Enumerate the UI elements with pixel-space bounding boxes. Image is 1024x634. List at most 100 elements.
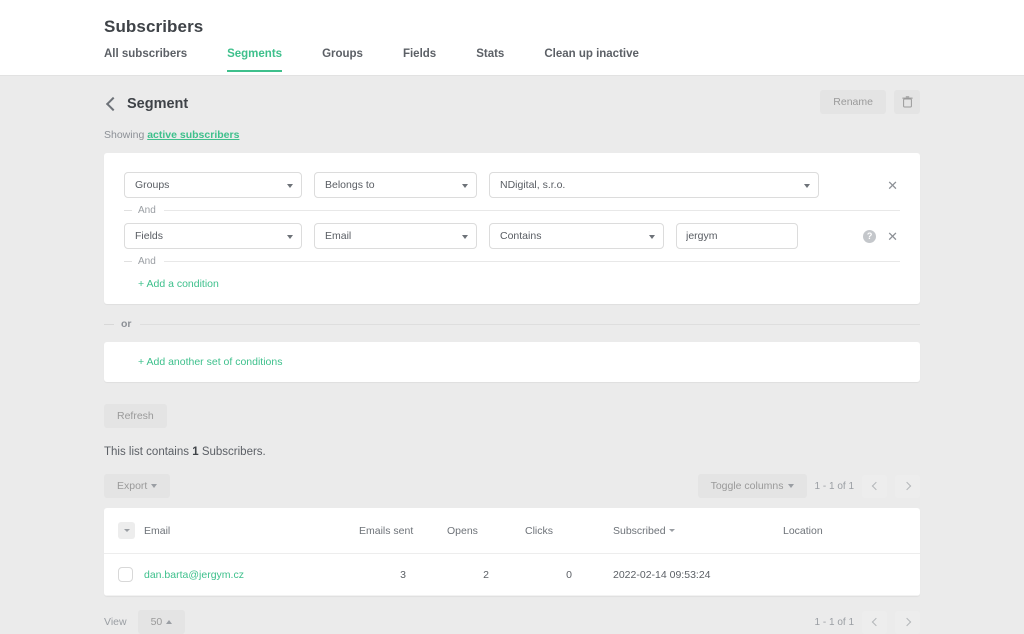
active-subscribers-link[interactable]: active subscribers [147,129,239,141]
tab-all-subscribers[interactable]: All subscribers [104,48,187,72]
column-header-opens[interactable]: Opens [447,508,525,554]
divider-line [163,261,900,262]
cell-clicks: 0 [525,553,613,596]
list-count-prefix: This list contains [104,446,190,458]
list-count-text: This list contains 1 Subscribers. [104,446,920,458]
rename-button[interactable]: Rename [820,90,886,114]
condition-2-tools: ? ✕ [863,229,900,243]
condition-row-1: Groups Belongs to NDigital, s.r.o. ✕ [124,167,900,203]
select-all-header [104,508,144,554]
column-header-email[interactable]: Email [144,508,359,554]
divider-dash [124,261,132,262]
segment-header: Segment Rename [104,76,920,114]
column-header-emails-sent[interactable]: Emails sent [359,508,447,554]
chevron-right-icon [902,617,911,627]
and-divider-1: And [124,205,900,216]
list-count-suffix: Subscribers. [201,446,266,458]
chevron-up-icon [166,620,173,625]
question-icon[interactable]: ? [863,229,877,243]
refresh-row: Refresh [104,404,920,428]
tab-segments[interactable]: Segments [227,48,283,72]
export-button[interactable]: Export [104,474,171,498]
condition-2-value-input[interactable] [676,223,798,249]
main-tabs: All subscribers Segments Groups Fields S… [104,48,1024,72]
cell-email: dan.barta@jergym.cz [144,553,359,596]
pagination-next-button-bottom[interactable] [895,610,920,634]
page-size-button[interactable]: 50 [137,610,186,634]
page-title: Subscribers [104,17,204,36]
table-footer: View 50 1 - 1 of 1 [104,610,920,634]
tab-clean-up-inactive[interactable]: Clean up inactive [544,48,639,72]
condition-1-type-select[interactable]: Groups [124,172,302,198]
chevron-down-icon [787,484,794,489]
tab-stats[interactable]: Stats [476,48,504,72]
pagination-prev-button-bottom[interactable] [862,610,887,634]
delete-segment-button[interactable] [894,90,920,114]
showing-prefix: Showing [104,129,145,141]
tab-groups[interactable]: Groups [322,48,363,72]
column-header-location[interactable]: Location [783,508,920,554]
and-divider-2: And [124,256,900,267]
table-row[interactable]: dan.barta@jergym.cz 3 2 0 2022-02-14 09:… [104,553,920,596]
add-condition-link[interactable]: + Add a condition [138,278,219,290]
chevron-left-icon[interactable] [104,97,118,111]
and-label: And [138,205,156,216]
table-footer-right: 1 - 1 of 1 [814,610,920,634]
add-condition-set-card: + Add another set of conditions [104,342,920,382]
and-label: And [138,256,156,267]
chevron-left-icon [871,617,880,627]
select-all-dropdown-icon[interactable] [118,522,135,539]
table-toolbar: Export Toggle columns 1 - 1 of 1 [104,474,920,498]
add-condition-set-link[interactable]: + Add another set of conditions [138,356,282,368]
condition-1-tools: ✕ [885,179,900,192]
pagination-range-top: 1 - 1 of 1 [814,480,854,492]
segment-actions: Rename [820,90,920,114]
condition-2-field-select[interactable]: Email [314,223,477,249]
cell-location [783,553,920,596]
condition-1-value-select[interactable]: NDigital, s.r.o. [489,172,819,198]
divider-dash [124,210,132,211]
chevron-down-icon [151,484,158,489]
divider-dash [104,323,114,325]
condition-row-2: Fields Email Contains ? ✕ [124,218,900,254]
table-toolbar-right: Toggle columns 1 - 1 of 1 [697,474,920,498]
or-divider: or [104,318,920,330]
close-icon[interactable]: ✕ [885,230,900,243]
column-header-subscribed-label: Subscribed [613,524,666,537]
close-icon[interactable]: ✕ [885,179,900,192]
pagination-range-bottom: 1 - 1 of 1 [814,616,854,628]
row-select-cell [104,553,144,596]
subscriber-email-link[interactable]: dan.barta@jergym.cz [144,569,244,581]
column-header-clicks[interactable]: Clicks [525,508,613,554]
page-size-value: 50 [150,616,163,628]
condition-2-type-select[interactable]: Fields [124,223,302,249]
chevron-right-icon [902,481,911,491]
column-header-subscribed[interactable]: Subscribed [613,508,783,554]
or-label: or [121,318,132,330]
toggle-columns-button[interactable]: Toggle columns [697,474,807,498]
table-header-row: Email Emails sent Opens Clicks Subscribe… [104,508,920,554]
pagination-prev-button-top[interactable] [862,474,887,498]
showing-status: Showing active subscribers [104,129,920,141]
export-label: Export [117,480,148,492]
tab-fields[interactable]: Fields [403,48,436,72]
pagination-next-button-top[interactable] [895,474,920,498]
cell-opens: 2 [447,553,525,596]
conditions-card: Groups Belongs to NDigital, s.r.o. ✕ And… [104,153,920,304]
row-checkbox[interactable] [118,567,133,582]
toggle-columns-label: Toggle columns [710,480,784,492]
condition-2-operator-select[interactable]: Contains [489,223,664,249]
refresh-button[interactable]: Refresh [104,404,167,428]
list-count-value: 1 [192,446,199,458]
divider-line [163,210,900,211]
cell-subscribed: 2022-02-14 09:53:24 [613,553,783,596]
chevron-left-icon [871,481,880,491]
sort-descending-icon [668,529,675,533]
trash-icon [901,96,913,108]
condition-1-operator-select[interactable]: Belongs to [314,172,477,198]
app-header: Subscribers All subscribers Segments Gro… [0,0,1024,76]
page-body: Segment Rename Showing active subscriber… [0,76,1024,634]
cell-emails-sent: 3 [359,553,447,596]
segment-title: Segment [127,96,189,112]
view-label: View [104,616,127,628]
